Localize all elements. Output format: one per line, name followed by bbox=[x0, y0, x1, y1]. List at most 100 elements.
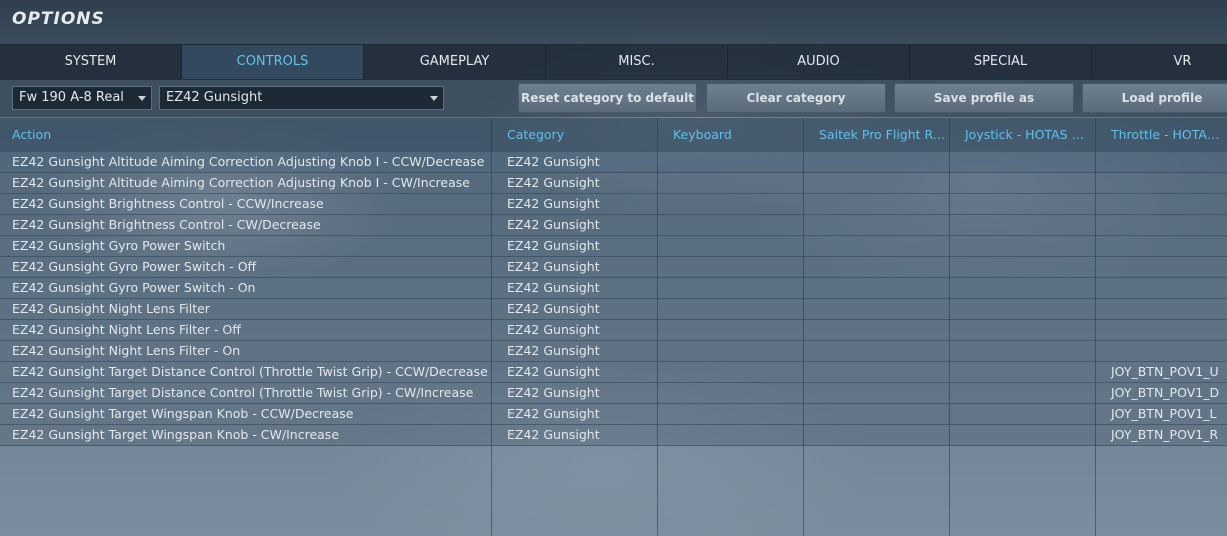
tab-gameplay[interactable]: GAMEPLAY bbox=[364, 45, 546, 79]
keyboard-binding-cell[interactable] bbox=[661, 236, 803, 256]
action-cell: EZ42 Gunsight Brightness Control - CCW/I… bbox=[12, 196, 324, 211]
saitek-binding-cell[interactable] bbox=[807, 257, 949, 277]
column-header-category[interactable]: Category bbox=[495, 118, 657, 152]
throttle-binding-cell[interactable] bbox=[1099, 236, 1227, 256]
joystick-binding-cell[interactable] bbox=[953, 215, 1095, 235]
joystick-binding-cell[interactable] bbox=[953, 404, 1095, 424]
keyboard-binding-cell[interactable] bbox=[661, 152, 803, 172]
action-cell: EZ42 Gunsight Gyro Power Switch - Off bbox=[12, 259, 257, 274]
joystick-binding-cell[interactable] bbox=[953, 194, 1095, 214]
keyboard-binding-cell[interactable] bbox=[661, 425, 803, 445]
keyboard-binding-cell[interactable] bbox=[661, 362, 803, 382]
throttle-binding-cell[interactable] bbox=[1099, 320, 1227, 340]
table-row[interactable]: EZ42 Gunsight Brightness Control - CCW/I… bbox=[0, 194, 1227, 215]
throttle-binding-cell[interactable]: JOY_BTN_POV1_L bbox=[1099, 404, 1227, 424]
saitek-binding-cell[interactable] bbox=[807, 299, 949, 319]
reset-category-button[interactable]: Reset category to default bbox=[518, 83, 697, 113]
table-row[interactable]: EZ42 Gunsight Target Distance Control (T… bbox=[0, 362, 1227, 383]
saitek-binding-cell[interactable] bbox=[807, 173, 949, 193]
keyboard-binding-cell[interactable] bbox=[661, 341, 803, 361]
throttle-binding-cell[interactable] bbox=[1099, 152, 1227, 172]
table-row[interactable]: EZ42 Gunsight Night Lens Filter EZ42 Guns… bbox=[0, 299, 1227, 320]
throttle-binding-cell[interactable] bbox=[1099, 299, 1227, 319]
throttle-binding-cell[interactable] bbox=[1099, 257, 1227, 277]
saitek-binding-cell[interactable] bbox=[807, 236, 949, 256]
category-cell: EZ42 Gunsight bbox=[507, 406, 600, 421]
aircraft-select-value: Fw 190 A-8 Real bbox=[19, 90, 124, 105]
tab-special[interactable]: SPECIAL bbox=[910, 45, 1092, 79]
saitek-binding-cell[interactable] bbox=[807, 425, 949, 445]
joystick-binding-cell[interactable] bbox=[953, 257, 1095, 277]
category-cell: EZ42 Gunsight bbox=[507, 301, 600, 316]
aircraft-select[interactable]: Fw 190 A-8 Real bbox=[12, 86, 152, 110]
save-profile-button[interactable]: Save profile as bbox=[894, 83, 1074, 113]
saitek-binding-cell[interactable] bbox=[807, 215, 949, 235]
action-cell: EZ42 Gunsight Night Lens Filter - On bbox=[12, 343, 241, 358]
joystick-binding-cell[interactable] bbox=[953, 236, 1095, 256]
action-cell: EZ42 Gunsight Gyro Power Switch - On bbox=[12, 280, 256, 295]
joystick-binding-cell[interactable] bbox=[953, 341, 1095, 361]
column-header-saitek[interactable]: Saitek Pro Flight Ru... bbox=[807, 118, 949, 152]
tab-system[interactable]: SYSTEM bbox=[0, 45, 182, 79]
chevron-down-icon bbox=[430, 96, 438, 101]
saitek-binding-cell[interactable] bbox=[807, 341, 949, 361]
tab-vr[interactable]: VR bbox=[1092, 45, 1227, 79]
joystick-binding-cell[interactable] bbox=[953, 383, 1095, 403]
table-row[interactable]: EZ42 Gunsight Gyro Power Switch - On EZ42… bbox=[0, 278, 1227, 299]
joystick-binding-cell[interactable] bbox=[953, 425, 1095, 445]
table-row[interactable]: EZ42 Gunsight Night Lens Filter - Off EZ4… bbox=[0, 320, 1227, 341]
keyboard-binding-cell[interactable] bbox=[661, 257, 803, 277]
tab-controls[interactable]: CONTROLS bbox=[182, 45, 364, 79]
load-profile-button[interactable]: Load profile bbox=[1082, 83, 1227, 113]
keyboard-binding-cell[interactable] bbox=[661, 383, 803, 403]
category-select[interactable]: EZ42 Gunsight bbox=[159, 86, 444, 110]
throttle-binding-cell[interactable] bbox=[1099, 278, 1227, 298]
saitek-binding-cell[interactable] bbox=[807, 404, 949, 424]
table-row[interactable]: EZ42 Gunsight Target Wingspan Knob - CW/… bbox=[0, 425, 1227, 446]
table-row[interactable]: EZ42 Gunsight Gyro Power Switch EZ42 Guns… bbox=[0, 236, 1227, 257]
column-header-joystick[interactable]: Joystick - HOTAS Wa... bbox=[953, 118, 1095, 152]
joystick-binding-cell[interactable] bbox=[953, 299, 1095, 319]
joystick-binding-cell[interactable] bbox=[953, 173, 1095, 193]
joystick-binding-cell[interactable] bbox=[953, 278, 1095, 298]
keyboard-binding-cell[interactable] bbox=[661, 194, 803, 214]
joystick-binding-cell[interactable] bbox=[953, 152, 1095, 172]
column-header-action[interactable]: Action bbox=[0, 118, 491, 152]
keyboard-binding-cell[interactable] bbox=[661, 215, 803, 235]
keyboard-binding-cell[interactable] bbox=[661, 299, 803, 319]
tab-bar: SYSTEM CONTROLS GAMEPLAY MISC. AUDIO SPE… bbox=[0, 44, 1227, 80]
category-cell: EZ42 Gunsight bbox=[507, 196, 600, 211]
joystick-binding-cell[interactable] bbox=[953, 320, 1095, 340]
keyboard-binding-cell[interactable] bbox=[661, 278, 803, 298]
clear-category-button[interactable]: Clear category bbox=[706, 83, 886, 113]
throttle-binding-cell[interactable]: JOY_BTN_POV1_R bbox=[1099, 425, 1227, 445]
action-cell: EZ42 Gunsight Target Wingspan Knob - CCW… bbox=[12, 406, 354, 421]
table-row[interactable]: EZ42 Gunsight Altitude Aiming Correction… bbox=[0, 152, 1227, 173]
table-row[interactable]: EZ42 Gunsight Gyro Power Switch - Off EZ4… bbox=[0, 257, 1227, 278]
joystick-binding-cell[interactable] bbox=[953, 362, 1095, 382]
throttle-binding-cell[interactable]: JOY_BTN_POV1_U bbox=[1099, 362, 1227, 382]
saitek-binding-cell[interactable] bbox=[807, 320, 949, 340]
column-header-throttle[interactable]: Throttle - HOTAS W... bbox=[1099, 118, 1227, 152]
keyboard-binding-cell[interactable] bbox=[661, 320, 803, 340]
keyboard-binding-cell[interactable] bbox=[661, 173, 803, 193]
saitek-binding-cell[interactable] bbox=[807, 383, 949, 403]
table-row[interactable]: EZ42 Gunsight Altitude Aiming Correction… bbox=[0, 173, 1227, 194]
throttle-binding-cell[interactable] bbox=[1099, 173, 1227, 193]
table-row[interactable]: EZ42 Gunsight Night Lens Filter - On EZ42… bbox=[0, 341, 1227, 362]
saitek-binding-cell[interactable] bbox=[807, 362, 949, 382]
saitek-binding-cell[interactable] bbox=[807, 278, 949, 298]
table-row[interactable]: EZ42 Gunsight Target Wingspan Knob - CCW… bbox=[0, 404, 1227, 425]
saitek-binding-cell[interactable] bbox=[807, 152, 949, 172]
throttle-binding-cell[interactable] bbox=[1099, 194, 1227, 214]
throttle-binding-cell[interactable] bbox=[1099, 341, 1227, 361]
table-row[interactable]: EZ42 Gunsight Brightness Control - CW/De… bbox=[0, 215, 1227, 236]
column-header-keyboard[interactable]: Keyboard bbox=[661, 118, 803, 152]
table-row[interactable]: EZ42 Gunsight Target Distance Control (T… bbox=[0, 383, 1227, 404]
keyboard-binding-cell[interactable] bbox=[661, 404, 803, 424]
tab-audio[interactable]: AUDIO bbox=[728, 45, 910, 79]
throttle-binding-cell[interactable]: JOY_BTN_POV1_D bbox=[1099, 383, 1227, 403]
saitek-binding-cell[interactable] bbox=[807, 194, 949, 214]
throttle-binding-cell[interactable] bbox=[1099, 215, 1227, 235]
tab-misc[interactable]: MISC. bbox=[546, 45, 728, 79]
